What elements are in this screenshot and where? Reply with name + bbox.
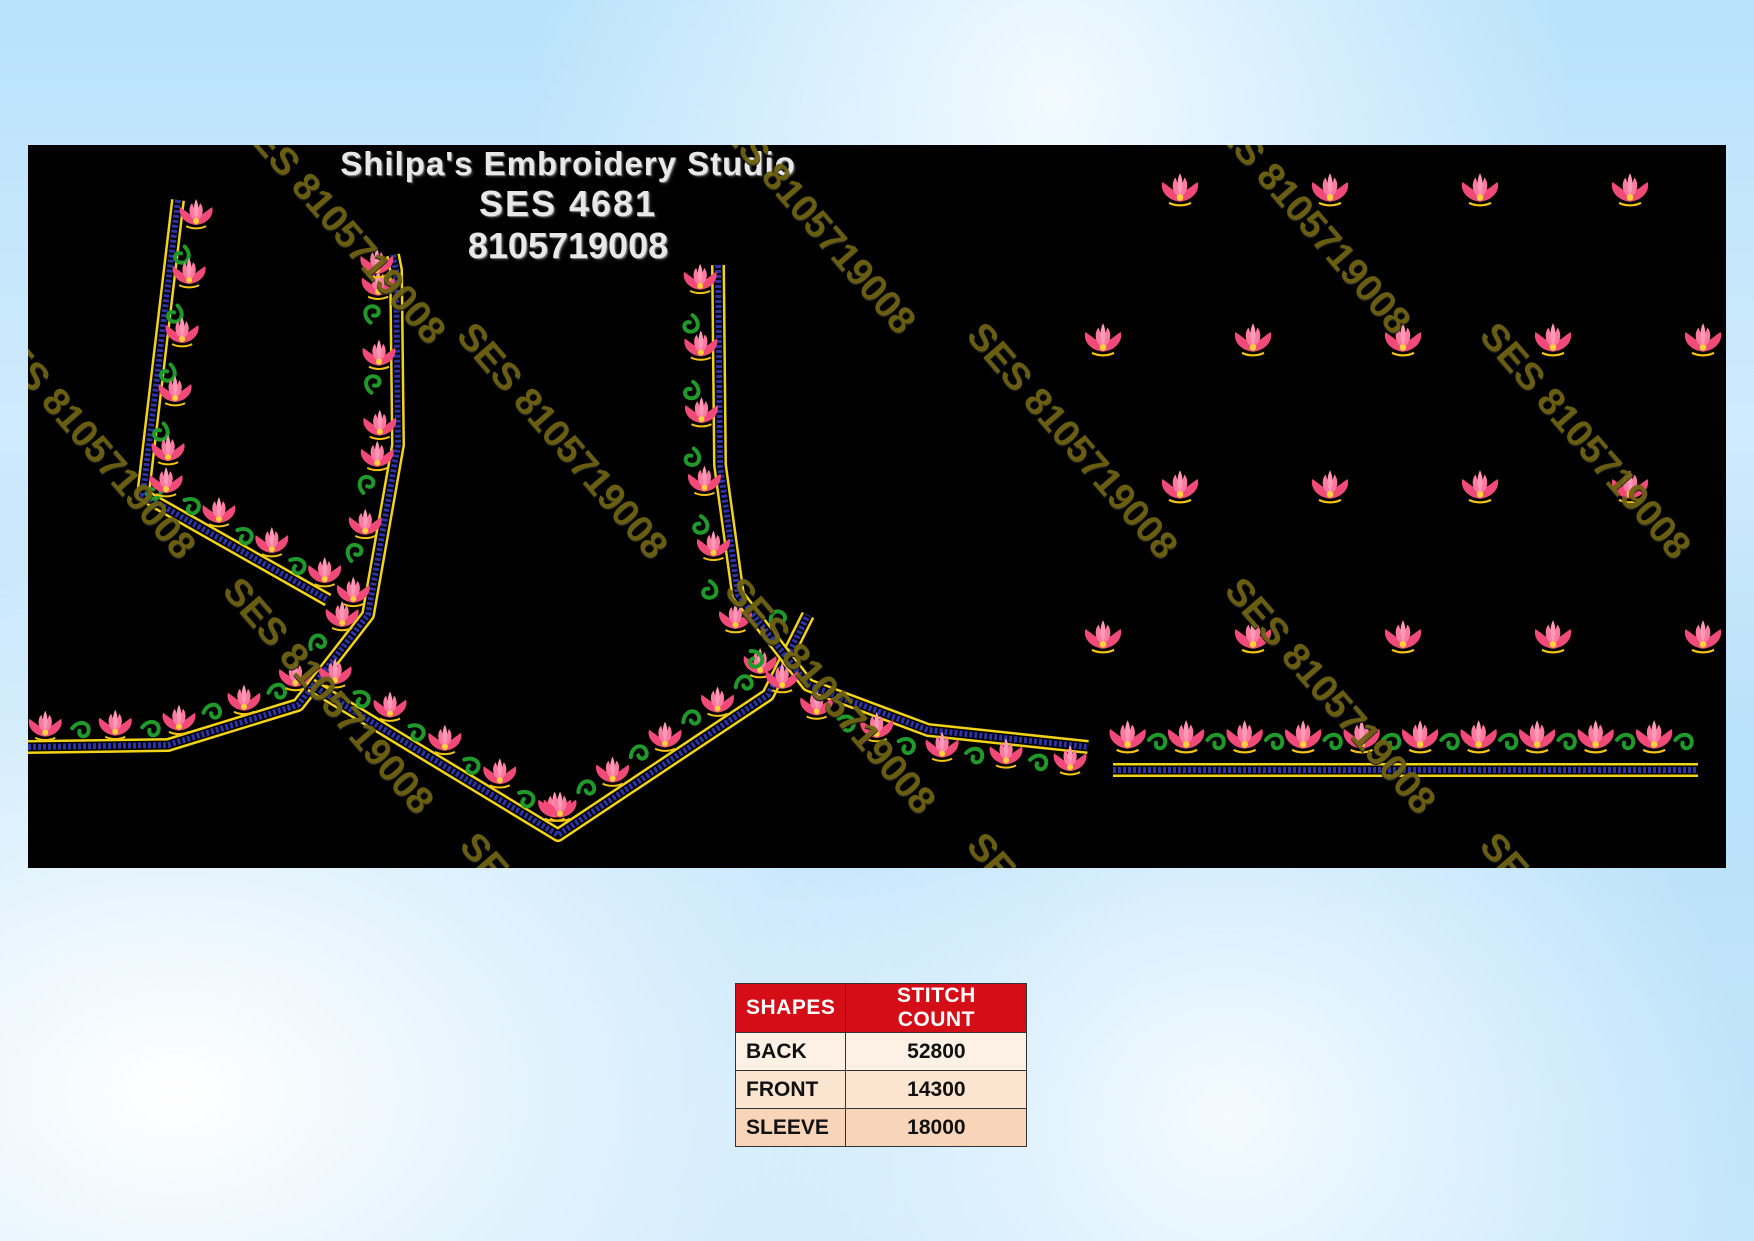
flower-motif: [1635, 720, 1673, 754]
vine-motif: [683, 379, 701, 401]
shape-name: BACK: [734, 1032, 847, 1071]
stitch-count: 52800: [845, 1032, 1028, 1071]
table-header-row: SHAPES STITCH COUNT: [734, 983, 1028, 1033]
flower-motif: [98, 709, 132, 741]
flower-motif: [1311, 470, 1349, 504]
vine-motif: [140, 719, 161, 738]
flower-motif: [483, 758, 517, 789]
flower-motif: [1611, 173, 1649, 207]
column-header-stitch-count: STITCH COUNT: [845, 983, 1028, 1033]
flower-motif: [1284, 720, 1322, 754]
flower-motif: [1161, 173, 1199, 207]
flower-motif: [202, 497, 236, 528]
flower-motif: [1226, 720, 1263, 754]
flower-motif: [227, 684, 261, 716]
flower-motif: [373, 691, 407, 722]
vine-motif: [1673, 732, 1694, 751]
flower-motif: [1460, 720, 1497, 754]
vine-motif: [70, 720, 91, 739]
flower-motif: [28, 710, 62, 742]
table-row: SLEEVE 18000: [734, 1108, 1028, 1147]
flower-motif: [1384, 620, 1422, 654]
vine-motif: [682, 313, 700, 334]
vine-motif: [1497, 732, 1519, 751]
flower-motif: [162, 704, 196, 736]
vine-motif: [1556, 732, 1577, 751]
shape-name: FRONT: [734, 1070, 847, 1109]
vine-motif: [266, 682, 287, 700]
vine-motif: [1614, 732, 1636, 751]
vine-motif: [1205, 732, 1226, 751]
flower-motif: [1577, 720, 1614, 754]
embroidery-design-panel: Shilpa's Embroidery Studio SES 4681 8105…: [28, 145, 1726, 868]
stitch-count: 14300: [845, 1070, 1028, 1109]
flower-motif: [1084, 323, 1122, 357]
column-header-shapes: SHAPES: [734, 983, 847, 1033]
flower-motif: [1684, 323, 1722, 357]
shape-name: SLEEVE: [734, 1108, 847, 1147]
flower-motif: [1534, 620, 1572, 654]
flower-motif: [255, 527, 289, 558]
flower-motif: [1461, 470, 1499, 504]
flower-motif: [308, 557, 342, 588]
vine-motif: [201, 702, 222, 720]
flower-motif: [1234, 323, 1272, 357]
stitch-count-table: SHAPES STITCH COUNT BACK 52800 FRONT 143…: [734, 983, 1028, 1147]
vine-motif: [345, 542, 364, 563]
vine-motif: [964, 746, 985, 765]
flower-motif: [1461, 173, 1499, 207]
table-row: FRONT 14300: [734, 1070, 1028, 1109]
vine-motif: [683, 446, 702, 467]
vine-motif: [1439, 732, 1460, 751]
vine-motif: [701, 579, 719, 600]
vine-motif: [576, 779, 597, 796]
vine-motif: [733, 674, 754, 691]
table-row: BACK 52800: [734, 1032, 1028, 1071]
flower-motif: [1401, 720, 1439, 754]
flower-motif: [1109, 720, 1146, 754]
flower-motif: [648, 721, 682, 752]
flower-motif: [1161, 470, 1199, 504]
vine-motif: [692, 514, 710, 535]
flower-motif: [428, 724, 462, 756]
flower-motif: [543, 791, 577, 822]
flower-motif: [1167, 720, 1205, 754]
stitch-count: 18000: [845, 1108, 1028, 1147]
vine-motif: [364, 374, 382, 395]
vine-motif: [628, 744, 649, 761]
vine-motif: [1263, 732, 1285, 751]
vine-motif: [1028, 753, 1049, 772]
flower-motif: [596, 756, 630, 787]
vine-motif: [1146, 732, 1168, 751]
flower-motif: [1684, 620, 1722, 654]
vine-motif: [357, 474, 376, 495]
flower-motif: [1518, 720, 1556, 754]
flower-motif: [1084, 620, 1122, 654]
flower-motif: [701, 686, 735, 717]
flower-motif: [1534, 323, 1572, 357]
vine-motif: [363, 304, 381, 325]
vine-motif: [681, 709, 702, 726]
